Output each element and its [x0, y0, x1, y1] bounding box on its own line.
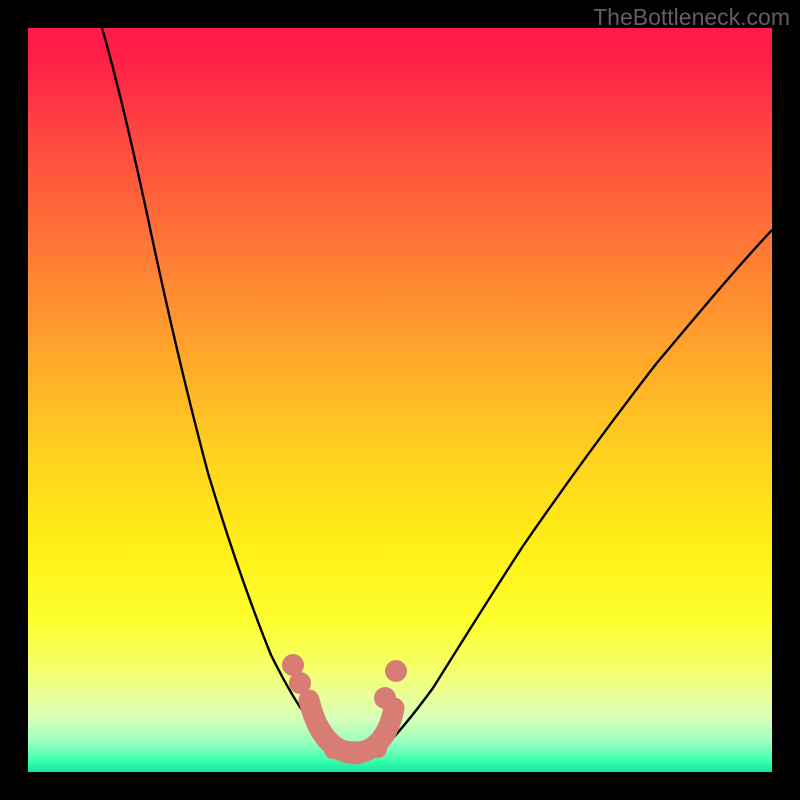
watermark-text: TheBottleneck.com [593, 4, 790, 31]
chart-svg [28, 28, 772, 772]
gradient-background [28, 28, 772, 772]
plot-frame [28, 28, 772, 772]
